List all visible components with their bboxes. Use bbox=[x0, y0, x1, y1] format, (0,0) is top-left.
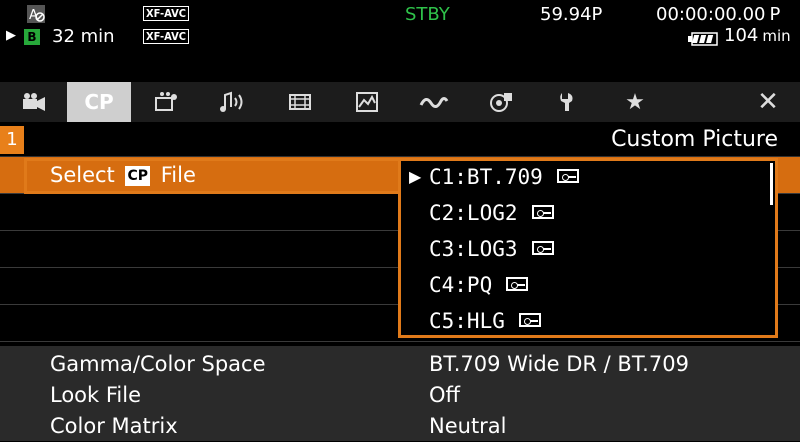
dropdown-option[interactable]: C5:HLG bbox=[429, 303, 541, 339]
detail-value: BT.709 Wide DR / BT.709 bbox=[429, 352, 689, 376]
page-number: 1 bbox=[0, 126, 24, 154]
slot-badge: B bbox=[24, 29, 40, 45]
timecode-value: 00:00:00.00 bbox=[656, 4, 766, 25]
movie-camera-icon bbox=[23, 93, 45, 111]
detail-key: Gamma/Color Space bbox=[50, 352, 266, 376]
tab-display[interactable] bbox=[335, 82, 399, 122]
tab-network[interactable] bbox=[469, 82, 533, 122]
recording-setup-icon bbox=[155, 92, 177, 111]
media-remaining: 32 min bbox=[52, 26, 115, 47]
dropdown-option[interactable]: C3:LOG3 bbox=[429, 231, 554, 267]
detail-row-color-matrix: Color Matrix Neutral bbox=[0, 410, 800, 442]
cp-file-dropdown[interactable]: ▶ C1:BT.709 C2:LOG2 C3:LOG3 C4:PQ C5:HLG bbox=[398, 158, 778, 338]
detail-key: Color Matrix bbox=[50, 414, 178, 438]
option-label: C5:HLG bbox=[429, 309, 505, 333]
dropdown-scrollbar[interactable] bbox=[770, 163, 773, 205]
cp-icon: CP bbox=[84, 90, 114, 114]
status-bar: A ▶ B 32 min XF-AVC XF-AVC STBY 59.94P 0… bbox=[0, 0, 800, 80]
timecode-mode: P bbox=[769, 4, 781, 25]
protect-lock-icon bbox=[506, 277, 529, 291]
wrench-icon bbox=[560, 93, 573, 111]
menu-tab-bar: CP ★ ✕ bbox=[0, 82, 800, 122]
option-label: C4:PQ bbox=[429, 273, 493, 297]
protect-lock-icon bbox=[531, 241, 554, 255]
selection-outline bbox=[24, 158, 401, 194]
protect-lock-icon bbox=[518, 313, 541, 327]
detail-value: Neutral bbox=[429, 414, 507, 438]
tab-camera[interactable] bbox=[2, 82, 66, 122]
detail-value: Off bbox=[429, 383, 460, 407]
detail-row-look-file: Look File Off bbox=[0, 379, 800, 411]
wave-icon bbox=[419, 97, 449, 108]
battery-remaining: 104 min bbox=[724, 25, 791, 46]
battery-unit: min bbox=[762, 27, 791, 45]
tab-custom-picture[interactable]: CP bbox=[67, 82, 131, 122]
tab-my-menu[interactable]: ★ bbox=[603, 82, 667, 122]
codec-badge-bottom: XF-AVC bbox=[143, 29, 189, 44]
option-label: C2:LOG2 bbox=[429, 201, 518, 225]
selection-cursor-icon: ▶ bbox=[409, 167, 422, 186]
tab-settings[interactable] bbox=[536, 82, 600, 122]
page-header: 1 Custom Picture bbox=[0, 124, 800, 157]
detail-key: Look File bbox=[50, 383, 142, 407]
audio-icon bbox=[220, 91, 243, 112]
details-panel: Gamma/Color Space BT.709 Wide DR / BT.70… bbox=[0, 346, 800, 441]
codec-badge-top: XF-AVC bbox=[143, 6, 189, 21]
protect-lock-icon bbox=[531, 205, 554, 219]
timecode: 00:00:00.00 P bbox=[656, 4, 780, 25]
auto-mode-icon: A bbox=[26, 4, 46, 24]
close-icon: ✕ bbox=[757, 87, 779, 117]
dropdown-option[interactable]: C1:BT.709 bbox=[429, 159, 579, 195]
tab-recording[interactable] bbox=[134, 82, 198, 122]
battery-icon bbox=[688, 31, 718, 46]
tab-close[interactable]: ✕ bbox=[736, 82, 800, 122]
network-icon bbox=[490, 93, 512, 112]
dropdown-option[interactable]: C2:LOG2 bbox=[429, 195, 554, 231]
tab-video[interactable] bbox=[268, 82, 332, 122]
tab-system-assist[interactable] bbox=[402, 82, 466, 122]
page-title: Custom Picture bbox=[611, 127, 778, 152]
star-icon: ★ bbox=[625, 89, 645, 115]
option-label: C1:BT.709 bbox=[429, 165, 543, 189]
slot-arrow-icon: ▶ bbox=[6, 28, 16, 43]
frame-rate: 59.94P bbox=[540, 4, 603, 25]
option-label: C3:LOG3 bbox=[429, 237, 518, 261]
battery-value: 104 bbox=[724, 25, 759, 46]
protect-lock-icon bbox=[556, 169, 579, 183]
tab-audio[interactable] bbox=[201, 82, 265, 122]
record-mode: STBY bbox=[405, 4, 450, 25]
dropdown-option[interactable]: C4:PQ bbox=[429, 267, 529, 303]
film-icon bbox=[289, 94, 311, 110]
display-icon bbox=[356, 92, 378, 112]
detail-row-gamma: Gamma/Color Space BT.709 Wide DR / BT.70… bbox=[0, 348, 800, 380]
